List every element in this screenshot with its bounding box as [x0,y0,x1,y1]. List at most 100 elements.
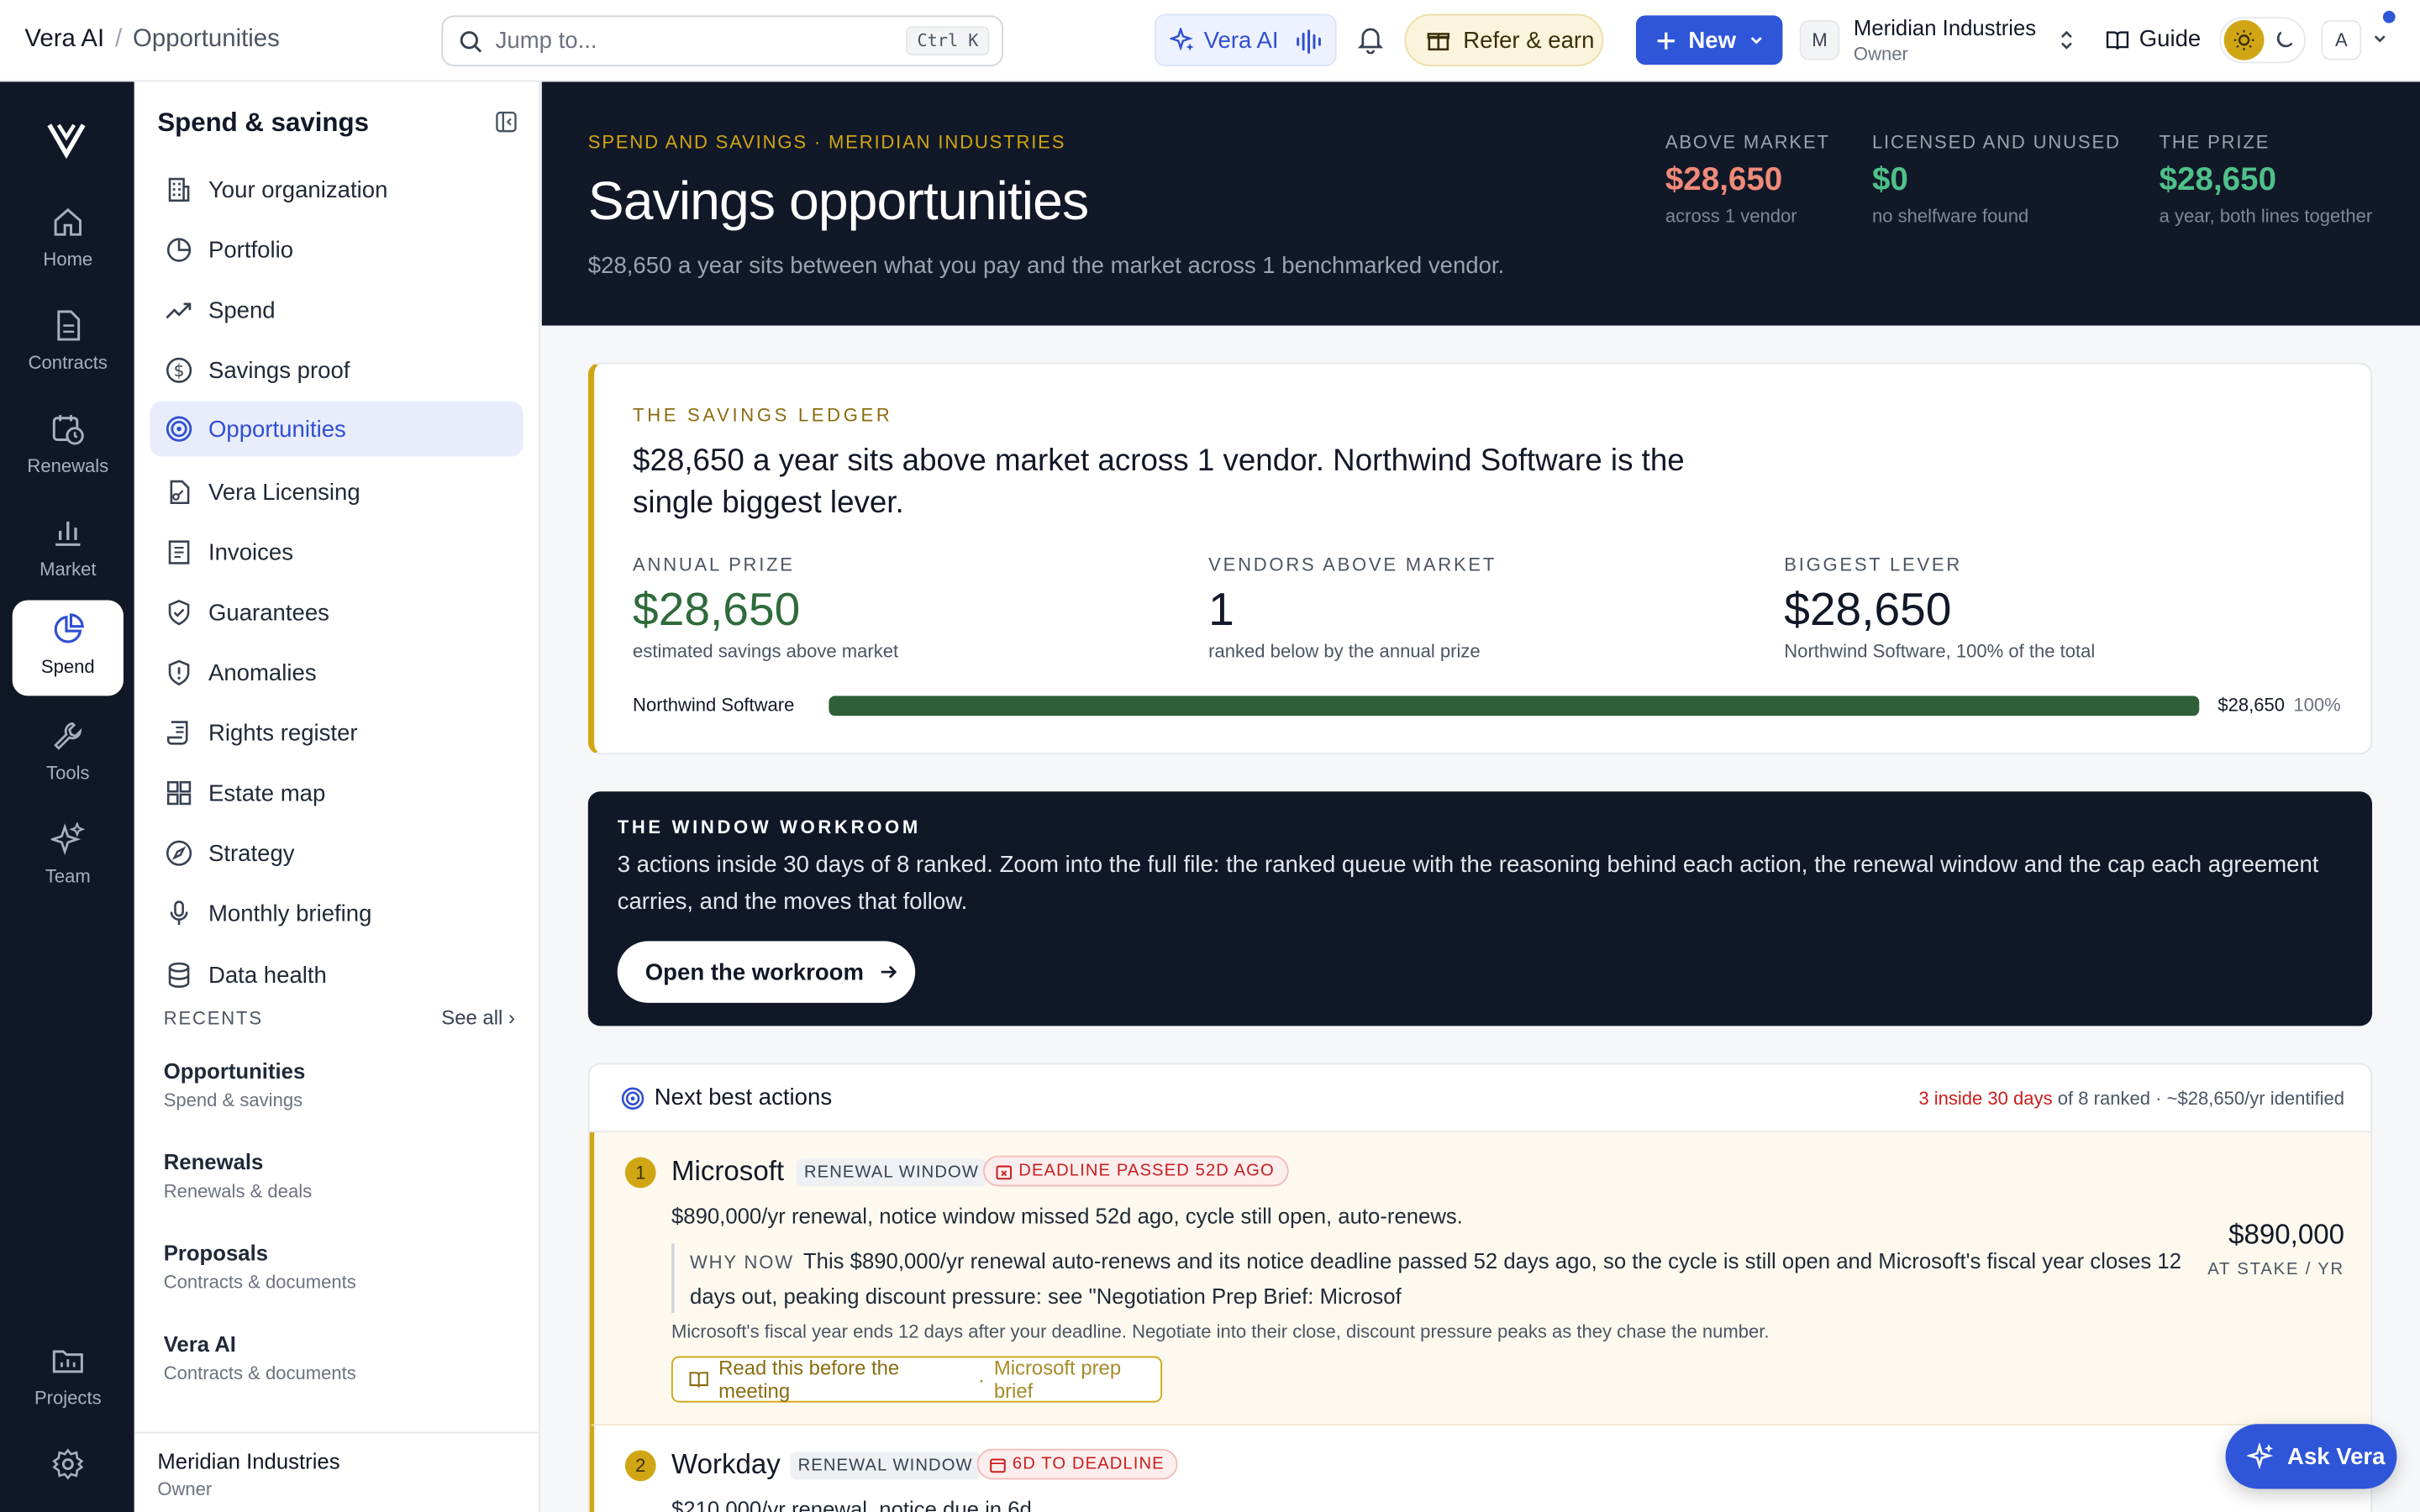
sidebar-item-guarantees[interactable]: Guarantees [150,585,523,640]
wrench-icon [54,722,82,750]
rail-item-spend[interactable]: Spend [12,600,124,696]
open-workroom-label: Open the workroom [644,958,864,985]
gear-icon[interactable] [51,1447,85,1481]
guide-button[interactable]: Guide [2105,26,2201,52]
recent-item[interactable]: Vera AI Contracts & documents [164,1331,356,1383]
trend-up-icon [166,302,192,319]
stat-label: BIGGEST LEVER [1784,554,1963,576]
vera-logo-icon[interactable] [46,118,87,160]
chevron-down-icon[interactable] [2372,31,2387,46]
sidebar-item-strategy[interactable]: Strategy [150,826,523,881]
recent-item[interactable]: Opportunities Spend & savings [164,1058,306,1110]
recent-title: Proposals [163,1240,269,1266]
stat-label: ANNUAL PRIZE [633,554,795,576]
app-window: Vera AI / Opportunities Jump to... Ctrl … [0,0,2420,1512]
stat-sub: ranked below by the annual prize [1208,640,1481,662]
vera-ai-button[interactable]: Vera AI [1154,13,1337,66]
rail-item-team[interactable]: Team [13,810,124,906]
vendor-savings-bar[interactable]: Northwind Software $28,650 100% [633,691,2343,719]
rail-item-renewals[interactable]: Renewals [13,400,124,496]
sidebar-item-anomalies[interactable]: Anomalies [150,645,523,701]
stat-sub: Northwind Software, 100% of the total [1784,640,2096,662]
target-icon [621,1087,644,1110]
deadline-badge: DEADLINE PASSED 52D AGO [983,1155,1289,1187]
window-workroom-card: THE WINDOW WORKROOM 3 actions inside 30 … [587,791,2373,1026]
book-open-icon [689,1372,708,1388]
sidebar-item-estate-map[interactable]: Estate map [150,765,523,821]
theme-toggle[interactable] [2219,17,2307,64]
sidebar-item-monthly-briefing[interactable]: Monthly briefing [150,885,523,941]
sidebar-item-vera-licensing[interactable]: Vera Licensing [150,465,523,520]
stat-vendors-above-market: VENDORS ABOVE MARKET 1 ranked below by t… [1208,554,1497,662]
recent-sub: Contracts & documents [163,1271,356,1294]
rail-item-market[interactable]: Market [13,503,124,599]
sidebar-item-savings-proof[interactable]: $ Savings proof [150,343,523,398]
moon-icon[interactable] [2274,29,2296,51]
see-all-link[interactable]: See all › [441,1006,515,1030]
sidebar-item-data-health[interactable]: Data health [150,948,523,1003]
calendar-clock-icon [52,415,84,445]
chevron-updown-icon[interactable] [2057,28,2075,52]
recent-item[interactable]: Renewals Renewals & deals [164,1149,312,1201]
at-stake: $890,000 AT STAKE / YR [2207,1219,2344,1279]
sidebar-item-rights-register[interactable]: Rights register [150,705,523,760]
why-now-label: WHY NOW [690,1251,794,1273]
stat-biggest-lever: BIGGEST LEVER $28,650 Northwind Software… [1784,554,2095,662]
new-label: New [1688,27,1737,54]
mic-icon [170,900,188,926]
refer-earn-button[interactable]: Refer & earn [1404,13,1604,66]
sidebar-item-portfolio[interactable]: Portfolio [150,222,523,277]
rail-item-contracts[interactable]: Contracts [13,297,124,392]
org-name[interactable]: Meridian Industries [1854,15,2036,39]
compass-icon [166,840,192,866]
user-avatar[interactable]: A [2321,19,2362,60]
sidebar-item-spend[interactable]: Spend [150,282,523,338]
building-icon [168,177,190,202]
notification-dot [2382,10,2396,24]
sidebar-item-label: Invoices [208,538,294,566]
rail-item-label: Renewals [27,454,109,477]
action-item[interactable]: 1 Microsoft RENEWAL WINDOW DEADLINE PASS… [589,1132,2371,1426]
document-icon [57,310,81,341]
savings-ledger-card: THE SAVINGS LEDGER $28,650 a year sits a… [587,362,2373,755]
svg-text:$: $ [174,360,185,381]
scroll-icon [166,721,188,745]
read-sub: Microsoft prep brief [993,1356,1122,1403]
bell-icon[interactable] [1355,24,1386,55]
sparkles-icon [50,822,86,856]
org-avatar[interactable]: M [1799,19,1840,60]
sidebar-footer-org[interactable]: Meridian Industries Owner [134,1431,540,1512]
kpi-value: $0 [1871,161,1908,198]
rail-item-tools[interactable]: Tools [13,706,124,802]
sidebar-item-organization[interactable]: Your organization [150,162,523,218]
recent-item[interactable]: Proposals Contracts & documents [164,1241,356,1293]
ask-vera-button[interactable]: Ask Vera [2225,1424,2397,1489]
sidebar-collapse-icon[interactable] [496,111,518,133]
search-input[interactable]: Jump to... Ctrl K [441,15,1003,66]
sidebar-item-label: Savings proof [208,357,350,384]
recent-title: Renewals [163,1149,264,1174]
recent-title: Opportunities [163,1058,306,1084]
sidebar-item-opportunities[interactable]: Opportunities [150,401,523,457]
nba-summary-urgent: 3 inside 30 days [1918,1087,2053,1110]
read-before-meeting-button[interactable]: Read this before the meeting · Microsoft… [671,1356,1163,1403]
stat-annual-prize: ANNUAL PRIZE $28,650 estimated savings a… [633,554,898,662]
voice-wave-icon[interactable] [1295,28,1323,55]
renewal-window-tag: RENEWAL WINDOW [790,1452,981,1480]
kpi-licensed-unused: LICENSED AND UNUSED $0 no shelfware foun… [1872,131,2121,227]
action-item[interactable]: 2 Workday RENEWAL WINDOW 6D TO DEADLINE … [589,1425,2371,1512]
kpi-sub: across 1 vendor [1665,205,1797,228]
database-icon [168,962,190,988]
read-label: Read this before the meeting [718,1356,900,1403]
new-button[interactable]: New [1635,15,1783,66]
rail-item-home[interactable]: Home [13,193,124,289]
sun-icon[interactable] [2223,19,2265,60]
breadcrumb-root[interactable]: Vera AI [24,26,104,54]
sidebar-item-invoices[interactable]: Invoices [150,524,523,580]
kpi-value: $28,650 [1665,161,1783,198]
open-workroom-button[interactable]: Open the workroom [617,941,916,1003]
renewal-window-tag: RENEWAL WINDOW [796,1158,987,1187]
rail-item-projects[interactable]: Projects [13,1331,124,1427]
sparkles-icon [1170,28,1194,51]
stake-value: $890,000 [2228,1219,2345,1250]
